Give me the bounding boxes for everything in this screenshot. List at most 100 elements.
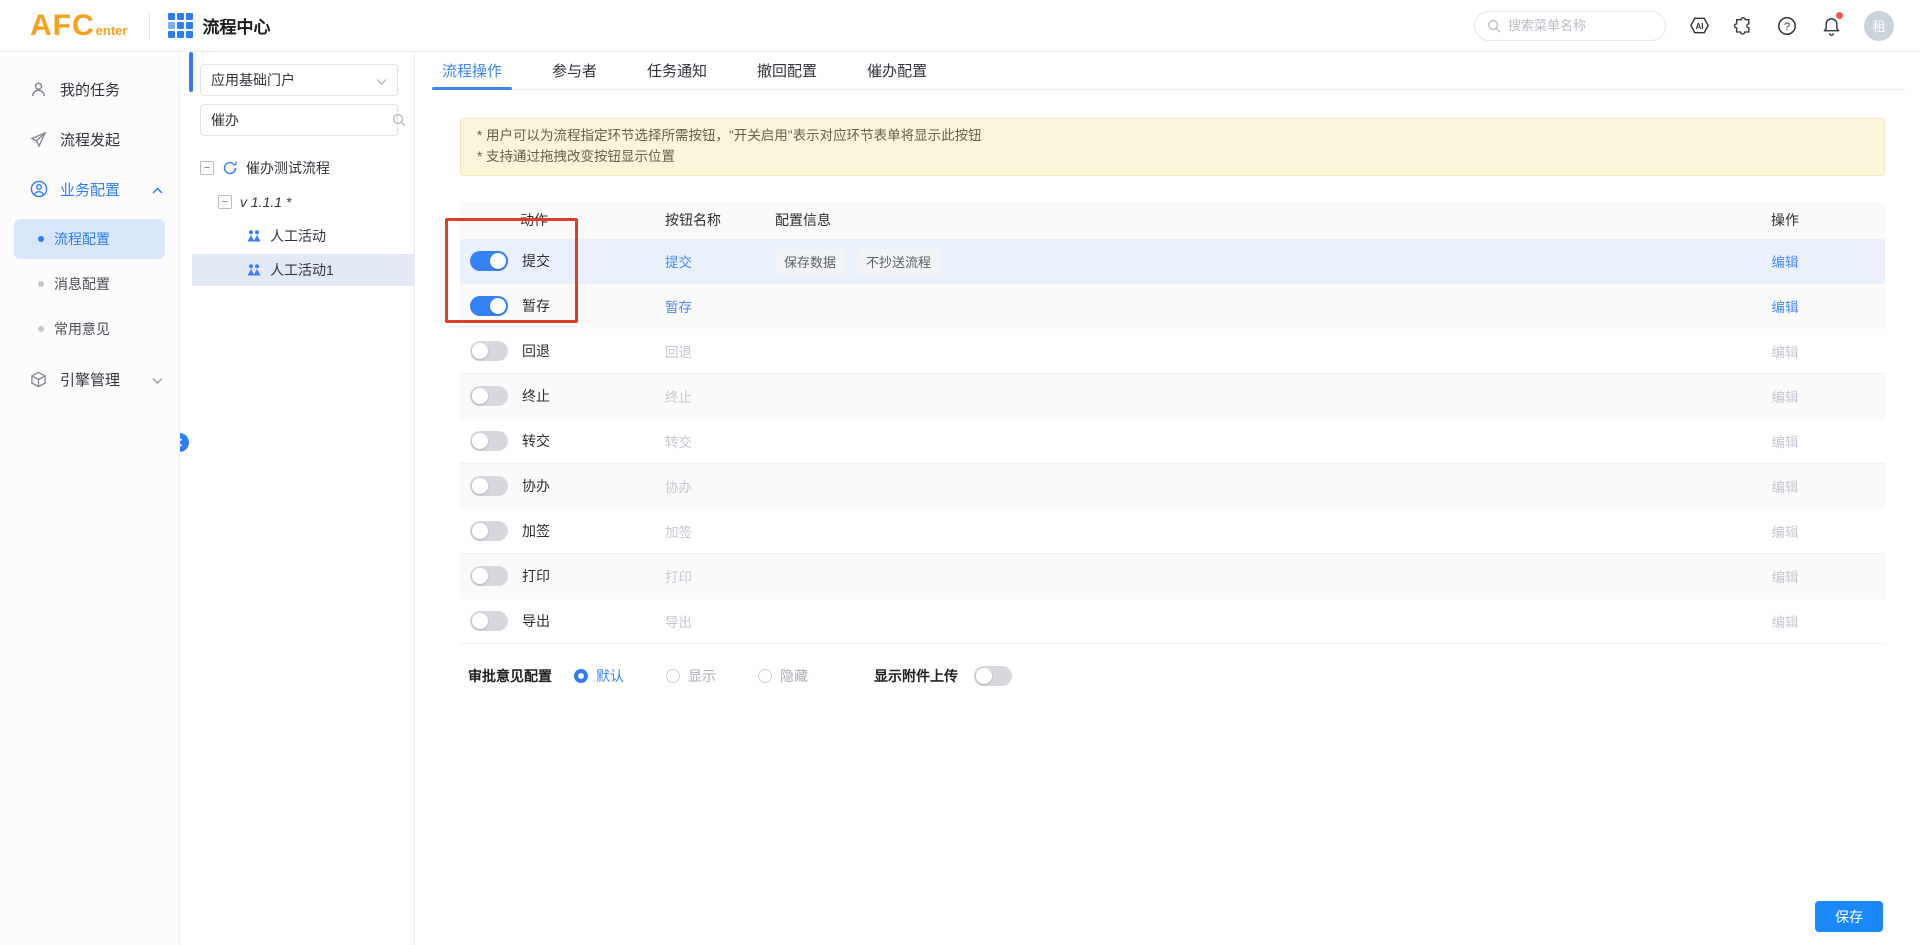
people-icon (246, 228, 262, 244)
collapse-expander-icon[interactable]: − (200, 161, 214, 175)
edit-link[interactable]: 编辑 (1772, 615, 1799, 630)
notification-badge (1836, 12, 1843, 19)
notifications-bell-icon[interactable] (1820, 15, 1842, 37)
table-row-save-draft: 暂存 暂存 编辑 (460, 284, 1885, 329)
table-row-terminate: 终止 终止 编辑 (460, 374, 1885, 419)
edit-link[interactable]: 编辑 (1772, 300, 1799, 315)
radio-hide[interactable]: 隐藏 (758, 666, 808, 686)
button-name-link[interactable]: 打印 (665, 570, 692, 585)
toggle-switch[interactable] (470, 611, 508, 631)
sidebar-item-engine-management[interactable]: 引擎管理 (0, 354, 179, 404)
button-name-link[interactable]: 导出 (665, 615, 692, 630)
edit-link[interactable]: 编辑 (1772, 255, 1799, 270)
toggle-switch[interactable] (470, 341, 508, 361)
save-button[interactable]: 保存 (1815, 901, 1883, 932)
action-label: 终止 (522, 386, 550, 406)
toggle-switch[interactable] (470, 386, 508, 406)
process-cycle-icon (222, 160, 238, 176)
edit-link[interactable]: 编辑 (1772, 390, 1799, 405)
ai-assistant-icon[interactable]: AI (1688, 15, 1710, 37)
approval-opinion-label: 审批意见配置 (468, 666, 552, 686)
edit-link[interactable]: 编辑 (1772, 570, 1799, 585)
toggle-switch[interactable] (470, 251, 508, 271)
config-tag: 保存数据 (775, 249, 845, 274)
toggle-switch[interactable] (470, 566, 508, 586)
action-label: 暂存 (522, 296, 550, 316)
tree-search-input[interactable] (211, 112, 392, 128)
toggle-switch[interactable] (470, 521, 508, 541)
sidebar-item-label: 业务配置 (60, 179, 120, 200)
logo-subtext: enter (96, 23, 128, 38)
button-name-link[interactable]: 加签 (665, 525, 692, 540)
button-name-link[interactable]: 协办 (665, 480, 692, 495)
toggle-switch[interactable] (470, 296, 508, 316)
sidebar-subitem-label: 消息配置 (54, 274, 110, 294)
sidebar-item-process-config[interactable]: 流程配置 (14, 219, 165, 259)
active-indicator-bar (189, 52, 193, 92)
menu-search[interactable] (1474, 11, 1666, 41)
sidebar-item-my-tasks[interactable]: 我的任务 (0, 64, 179, 114)
tab-process-operation[interactable]: 流程操作 (440, 52, 504, 89)
button-name-link[interactable]: 终止 (665, 390, 692, 405)
apps-grid-icon[interactable] (168, 13, 193, 38)
attachment-upload-label: 显示附件上传 (874, 666, 958, 686)
button-name-link[interactable]: 暂存 (665, 300, 692, 315)
tab-participants[interactable]: 参与者 (550, 52, 599, 89)
action-label: 转交 (522, 431, 550, 451)
edit-link[interactable]: 编辑 (1772, 435, 1799, 450)
collapse-expander-icon[interactable]: − (218, 195, 232, 209)
tree-node-activity-selected[interactable]: 人工活动1 (192, 254, 414, 286)
tree-search[interactable] (200, 104, 398, 136)
button-name-link[interactable]: 提交 (665, 255, 692, 270)
edit-link[interactable]: 编辑 (1772, 525, 1799, 540)
edit-link[interactable]: 编辑 (1772, 345, 1799, 360)
page: AFC enter 流程中心 AI ? (0, 0, 1920, 945)
edit-link[interactable]: 编辑 (1772, 480, 1799, 495)
plugins-icon[interactable] (1732, 15, 1754, 37)
bullet-dot (38, 236, 44, 242)
action-label: 加签 (522, 521, 550, 541)
radio-button-icon (666, 669, 680, 683)
main-content: 流程操作 参与者 任务通知 撤回配置 催办配置 * 用户可以为流程指定环节选择所… (415, 52, 1920, 945)
tab-withdraw-config[interactable]: 撤回配置 (755, 52, 819, 89)
attachment-upload-toggle[interactable] (974, 666, 1012, 686)
tree-node-version[interactable]: − v 1.1.1 * (192, 186, 414, 218)
svg-text:?: ? (1784, 21, 1790, 33)
portal-select[interactable]: 应用基础门户 (200, 64, 398, 96)
tab-task-notification[interactable]: 任务通知 (645, 52, 709, 89)
table-body: 提交 提交 保存数据 不抄送流程 编辑 暂存 (460, 239, 1885, 644)
chevron-down-icon (376, 72, 387, 88)
button-name-link[interactable]: 转交 (665, 435, 692, 450)
user-avatar[interactable]: 租 (1864, 11, 1894, 41)
help-icon[interactable]: ? (1776, 15, 1798, 37)
radio-show[interactable]: 显示 (666, 666, 716, 686)
action-label: 导出 (522, 611, 550, 631)
sidebar-item-message-config[interactable]: 消息配置 (14, 264, 165, 304)
search-icon (1487, 19, 1501, 33)
radio-default[interactable]: 默认 (574, 666, 624, 686)
toggle-switch[interactable] (470, 476, 508, 496)
sidebar-item-label: 我的任务 (60, 79, 120, 100)
tree-node-activity[interactable]: 人工活动 (192, 220, 414, 252)
app-title: 流程中心 (168, 13, 270, 38)
sidebar-item-process-initiate[interactable]: 流程发起 (0, 114, 179, 164)
radio-button-icon (574, 669, 588, 683)
toggle-switch[interactable] (470, 431, 508, 451)
action-label: 打印 (522, 566, 550, 586)
header-actions: AI ? 租 (1474, 11, 1894, 41)
bullet-dot (38, 281, 44, 287)
menu-search-input[interactable] (1508, 18, 1648, 33)
logo-text: AFC (30, 9, 95, 43)
tree-node-process[interactable]: − 催办测试流程 (192, 152, 414, 184)
column-header-operation: 操作 (1685, 210, 1885, 230)
sidebar-item-common-opinions[interactable]: 常用意见 (14, 309, 165, 349)
sidebar-item-business-config[interactable]: 业务配置 (0, 164, 179, 214)
app-logo[interactable]: AFC enter (30, 9, 127, 43)
action-label: 提交 (522, 251, 550, 271)
button-name-link[interactable]: 回退 (665, 345, 692, 360)
column-header-action: 动作 (460, 210, 665, 230)
chevron-up-icon (152, 181, 163, 198)
tab-urge-config[interactable]: 催办配置 (865, 52, 929, 89)
sidebar-item-label: 引擎管理 (60, 369, 120, 390)
svg-text:AI: AI (1695, 22, 1703, 31)
